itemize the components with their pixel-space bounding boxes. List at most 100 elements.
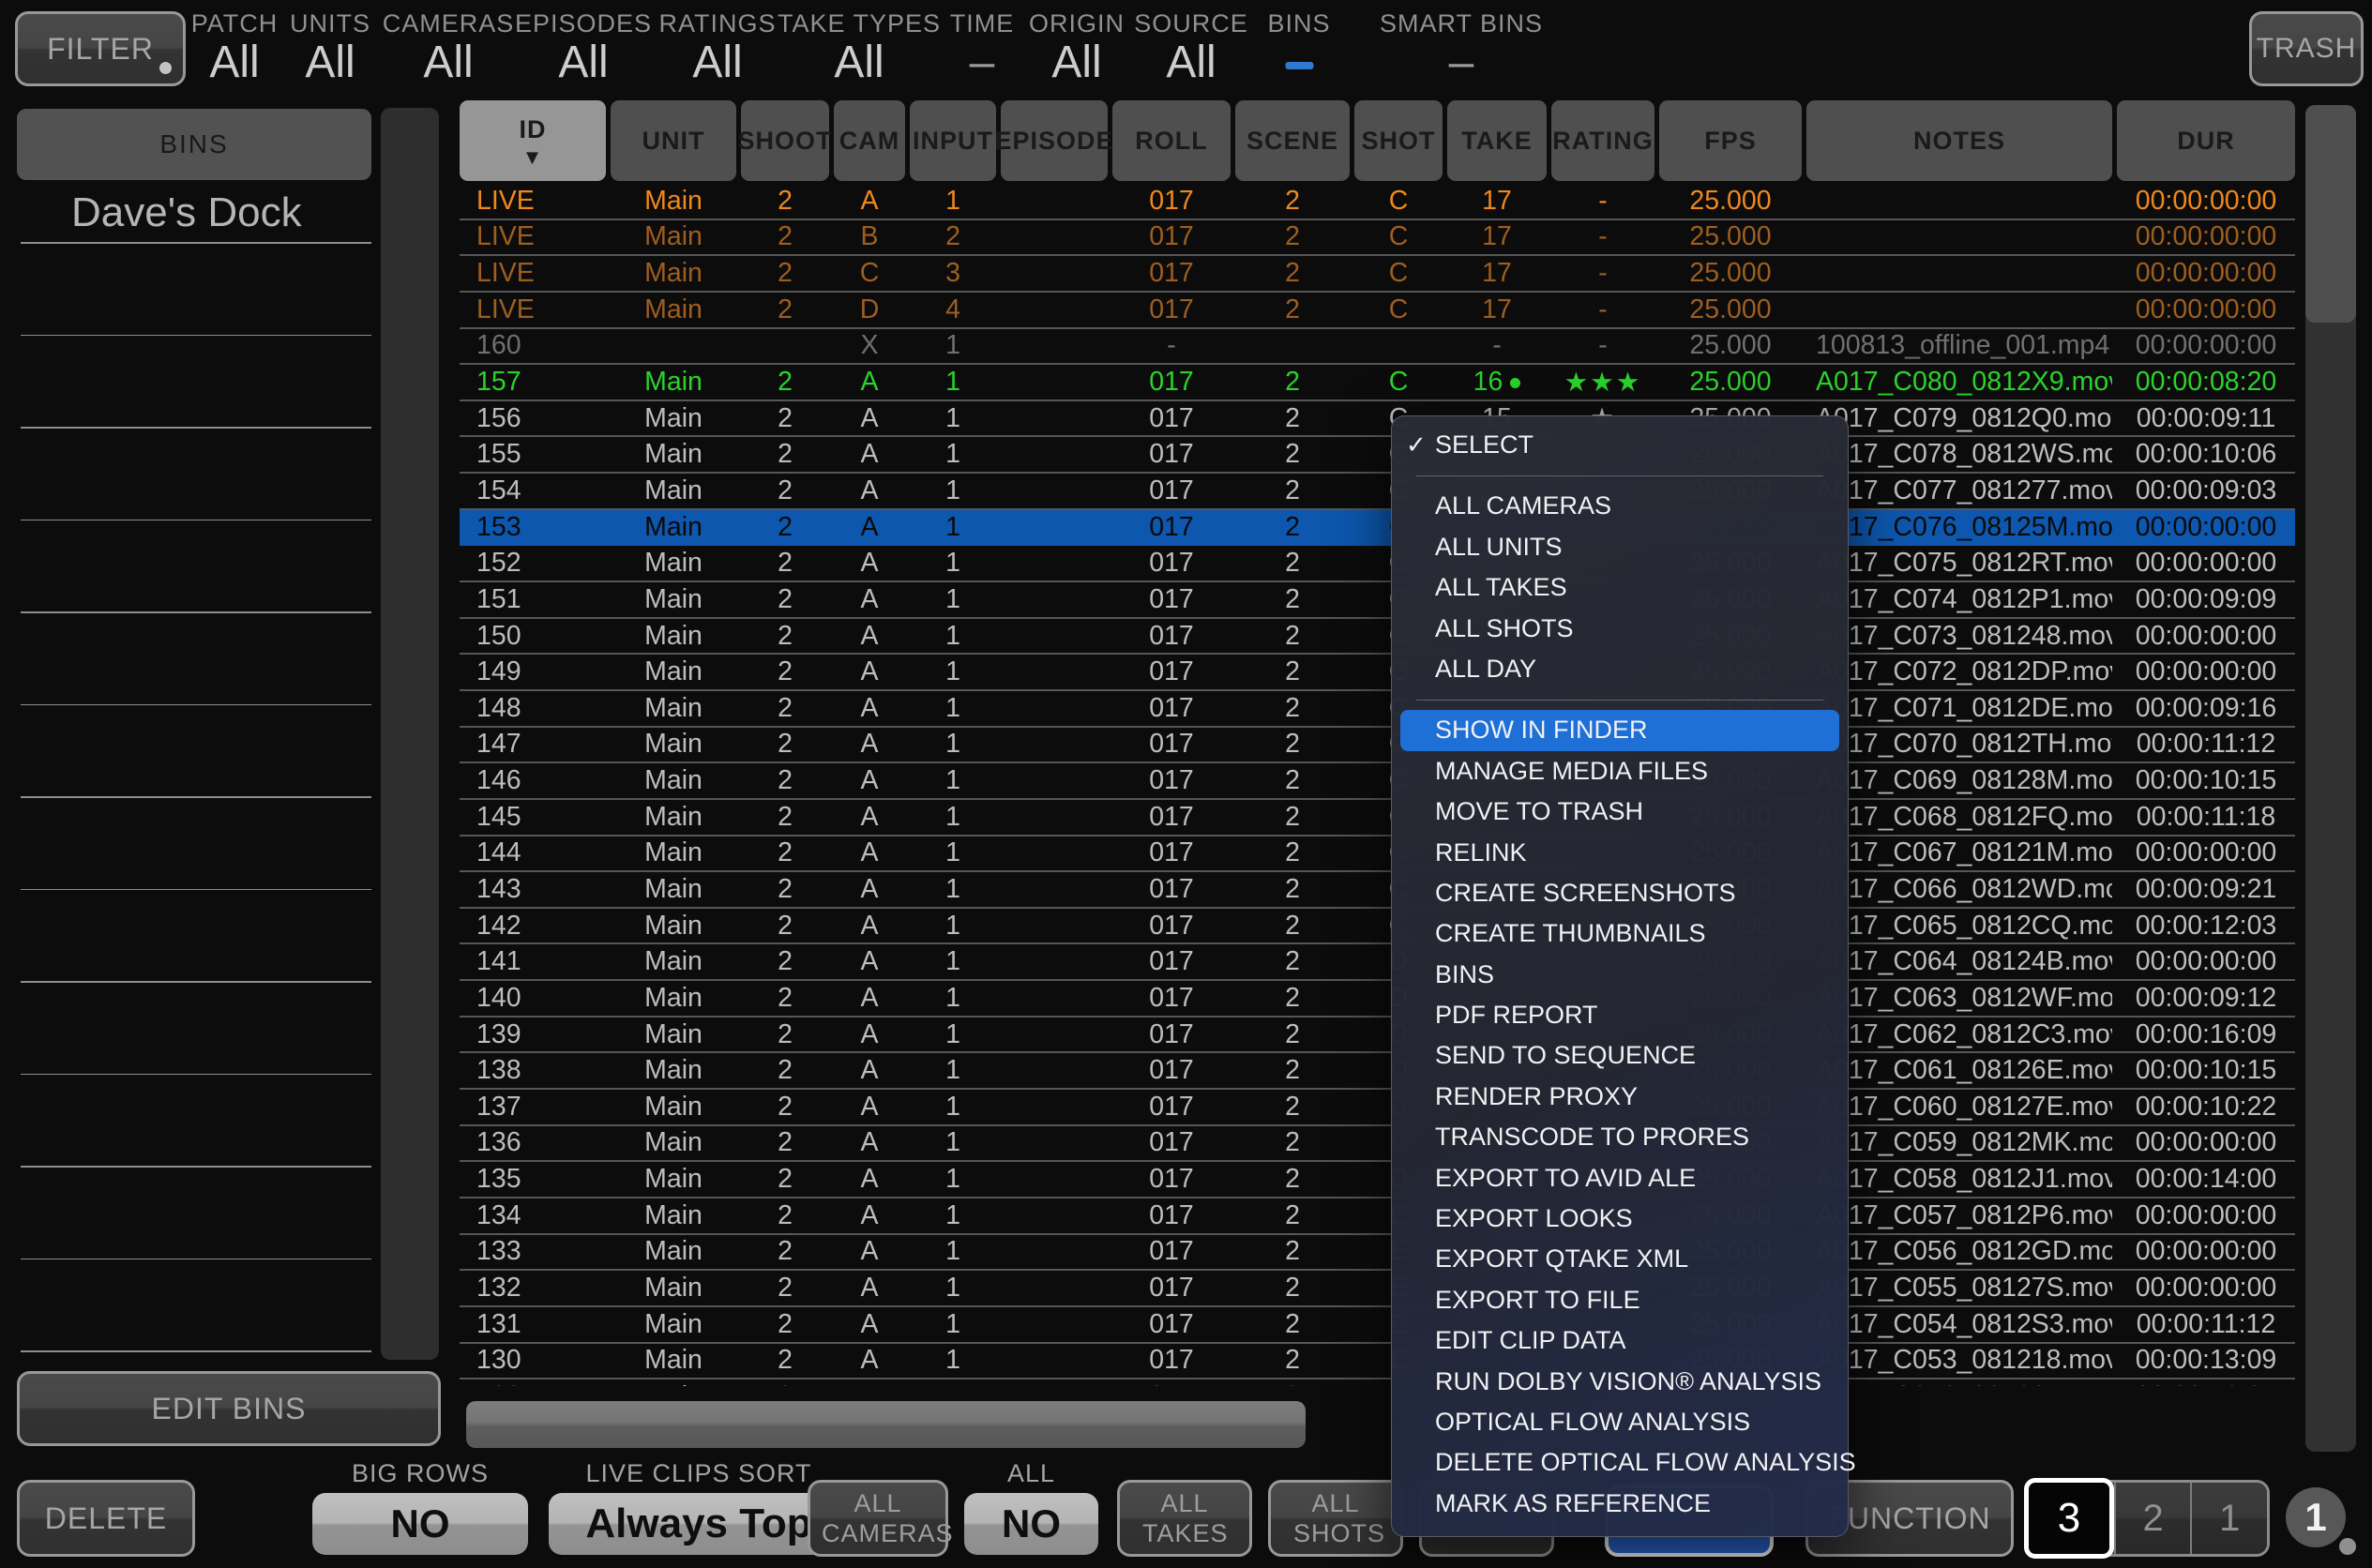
- table-row[interactable]: 134Main2A10172E25.000A017_C057_0812P6.mo…: [460, 1199, 2295, 1235]
- vertical-scrollbar-thumb[interactable]: [2305, 105, 2356, 323]
- filter-field-time[interactable]: TIME–: [950, 9, 1015, 85]
- vertical-scrollbar[interactable]: [2305, 105, 2356, 1452]
- table-row[interactable]: 138Main2A10172D25.000A017_C061_08126E.mo…: [460, 1053, 2295, 1090]
- filter-field-patch[interactable]: PATCHAll: [191, 9, 279, 85]
- filter-field-origin[interactable]: ORIGINAll: [1029, 9, 1125, 85]
- table-row-selected[interactable]: 153Main2A10172C25.000A017_C076_08125M.mo…: [460, 510, 2295, 547]
- filter-field-cameras[interactable]: CAMERASAll: [383, 9, 515, 85]
- table-row[interactable]: 136Main2A10172D25.000A017_C059_0812MK.mo…: [460, 1126, 2295, 1163]
- column-header-input[interactable]: INPUT: [910, 100, 996, 181]
- menu-item-all-takes[interactable]: ALL TAKES: [1392, 567, 1848, 608]
- layout-page-button-3[interactable]: 3: [2024, 1478, 2114, 1559]
- table-row[interactable]: 130Main2A10172E25.000A017_C053_081218.mo…: [460, 1344, 2295, 1380]
- menu-item-all-day[interactable]: ALL DAY: [1392, 649, 1848, 689]
- menu-item-show-in-finder[interactable]: SHOW IN FINDER: [1400, 710, 1839, 750]
- table-row[interactable]: 150Main2A10172C25.000A017_C073_081248.mo…: [460, 619, 2295, 656]
- notification-badge[interactable]: 1: [2286, 1487, 2346, 1547]
- menu-item-all-cameras[interactable]: ALL CAMERAS: [1392, 486, 1848, 526]
- menu-item-delete-optical-flow-analysis[interactable]: DELETE OPTICAL FLOW ANALYSIS: [1392, 1442, 1848, 1483]
- menu-item-export-looks[interactable]: EXPORT LOOKS: [1392, 1199, 1848, 1239]
- column-header-scene[interactable]: SCENE: [1235, 100, 1350, 181]
- table-row[interactable]: 133Main2A10172E25.000A017_C056_0812GD.mo…: [460, 1235, 2295, 1272]
- table-row[interactable]: LIVEMain2A10172C17-25.00000:00:00:00: [460, 184, 2295, 220]
- delete-button[interactable]: DELETE: [17, 1480, 195, 1557]
- column-header-episode[interactable]: EPISODE: [1001, 100, 1108, 181]
- filter-field-take-types[interactable]: TAKE TYPESAll: [778, 9, 941, 85]
- horizontal-scrollbar-thumb[interactable]: [466, 1401, 1306, 1448]
- table-row[interactable]: 151Main2A10172C25.000A017_C074_0812P1.mo…: [460, 582, 2295, 619]
- menu-item-pdf-report[interactable]: PDF REPORT: [1392, 995, 1848, 1035]
- menu-item-all-shots[interactable]: ALL SHOTS: [1392, 609, 1848, 649]
- table-row[interactable]: 157Main2A10172C16★★★25.000A017_C080_0812…: [460, 365, 2295, 401]
- menu-item-export-qtake-xml[interactable]: EXPORT QTAKE XML: [1392, 1239, 1848, 1279]
- all-cameras-button[interactable]: ALL CAMERAS: [808, 1480, 948, 1557]
- menu-item-create-screenshots[interactable]: CREATE SCREENSHOTS: [1392, 873, 1848, 913]
- menu-item-all-units[interactable]: ALL UNITS: [1392, 527, 1848, 567]
- column-header-roll[interactable]: ROLL: [1112, 100, 1231, 181]
- column-header-cam[interactable]: CAM: [834, 100, 905, 181]
- table-row[interactable]: 148Main2A10172C25.000A017_C071_0812DE.mo…: [460, 691, 2295, 728]
- column-header-shot[interactable]: SHOT: [1354, 100, 1443, 181]
- bins-scrollbar[interactable]: [381, 108, 439, 1360]
- filter-field-smart-bins[interactable]: SMART BINS–: [1380, 9, 1543, 85]
- filter-field-ratings[interactable]: RATINGSAll: [658, 9, 776, 85]
- table-row[interactable]: 132Main2A10172E25.000A017_C055_08127S.mo…: [460, 1271, 2295, 1307]
- filter-field-source[interactable]: SOURCEAll: [1134, 9, 1248, 85]
- bin-item[interactable]: Dave's Dock: [71, 189, 302, 236]
- all-units-toggle[interactable]: NO: [964, 1493, 1098, 1555]
- menu-item-relink[interactable]: RELINK: [1392, 833, 1848, 873]
- menu-item-transcode-to-prores[interactable]: TRANSCODE TO PRORES: [1392, 1117, 1848, 1157]
- big-rows-toggle[interactable]: NO: [312, 1493, 528, 1555]
- table-row[interactable]: 137Main2A10172D25.000A017_C060_08127E.mo…: [460, 1090, 2295, 1126]
- trash-button[interactable]: TRASH: [2249, 11, 2364, 86]
- table-row[interactable]: 154Main2A10172C25.000A017_C077_081277.mo…: [460, 474, 2295, 510]
- menu-item-render-proxy[interactable]: RENDER PROXY: [1392, 1077, 1848, 1117]
- layout-page-button-1[interactable]: 1: [2190, 1483, 2267, 1554]
- all-shots-button[interactable]: ALL SHOTS: [1268, 1480, 1403, 1557]
- table-row[interactable]: LIVEMain2B20172C17-25.00000:00:00:00: [460, 220, 2295, 257]
- menu-item-move-to-trash[interactable]: MOVE TO TRASH: [1392, 792, 1848, 832]
- menu-item-manage-media-files[interactable]: MANAGE MEDIA FILES: [1392, 751, 1848, 792]
- table-row[interactable]: 129Main2A10172E25.000A017_C052_08126R.mo…: [460, 1380, 2295, 1386]
- menu-item-export-to-avid-ale[interactable]: EXPORT TO AVID ALE: [1392, 1158, 1848, 1199]
- menu-item-run-dolby-vision-analysis[interactable]: RUN DOLBY VISION® ANALYSIS: [1392, 1362, 1848, 1402]
- menu-item-export-to-file[interactable]: EXPORT TO FILE: [1392, 1280, 1848, 1320]
- table-row[interactable]: 147Main2A10172C25.000A017_C070_0812TH.mo…: [460, 728, 2295, 764]
- menu-item-send-to-sequence[interactable]: SEND TO SEQUENCE: [1392, 1035, 1848, 1076]
- edit-bins-button[interactable]: EDIT BINS: [17, 1371, 441, 1446]
- filter-field-bins[interactable]: BINS: [1267, 9, 1330, 85]
- filter-field-episodes[interactable]: EPISODESAll: [515, 9, 652, 85]
- filter-field-units[interactable]: UNITSAll: [290, 9, 370, 85]
- live-clips-sort-toggle[interactable]: Always Top: [549, 1493, 849, 1555]
- table-row[interactable]: 144Main2A10172C25.000A017_C067_08121M.mo…: [460, 837, 2295, 873]
- column-header-dur[interactable]: DUR: [2117, 100, 2295, 181]
- column-header-notes[interactable]: NOTES: [1806, 100, 2112, 181]
- menu-item-create-thumbnails[interactable]: CREATE THUMBNAILS: [1392, 913, 1848, 954]
- column-header-shoot[interactable]: SHOOT: [741, 100, 829, 181]
- menu-item-select[interactable]: ✓SELECT: [1392, 425, 1848, 465]
- table-row[interactable]: 155Main2A10172C25.000A017_C078_0812WS.mo…: [460, 437, 2295, 474]
- column-header-take[interactable]: TAKE: [1447, 100, 1547, 181]
- table-row[interactable]: 145Main2A10172C25.000A017_C068_0812FQ.mo…: [460, 800, 2295, 837]
- table-row[interactable]: 156Main2A10172C15★25.000A017_C079_0812Q0…: [460, 401, 2295, 438]
- column-header-rating[interactable]: RATING: [1551, 100, 1654, 181]
- column-header-unit[interactable]: UNIT: [611, 100, 736, 181]
- table-row[interactable]: 143Main2A10172C25.000A017_C066_0812WD.mo…: [460, 872, 2295, 909]
- table-row[interactable]: 141Main2A10172D25.000A017_C064_08124B.mo…: [460, 944, 2295, 981]
- table-row[interactable]: 139Main2A10172D25.000A017_C062_0812C3.mo…: [460, 1018, 2295, 1054]
- table-row[interactable]: 142Main2A10172C25.000A017_C065_0812CQ.mo…: [460, 909, 2295, 945]
- menu-item-optical-flow-analysis[interactable]: OPTICAL FLOW ANALYSIS: [1392, 1402, 1848, 1442]
- column-header-fps[interactable]: FPS: [1659, 100, 1802, 181]
- menu-item-edit-clip-data[interactable]: EDIT CLIP DATA: [1392, 1320, 1848, 1361]
- table-row[interactable]: 152Main2A10172C25.000A017_C075_0812RT.mo…: [460, 546, 2295, 582]
- table-row[interactable]: 149Main2A10172C25.000A017_C072_0812DP.mo…: [460, 655, 2295, 691]
- table-row[interactable]: 140Main2A10172D25.000A017_C063_0812WF.mo…: [460, 981, 2295, 1018]
- table-row[interactable]: 135Main2A10172D25.000A017_C058_0812J1.mo…: [460, 1162, 2295, 1199]
- table-row[interactable]: 160X1---25.000100813_offline_001.mp400:0…: [460, 329, 2295, 366]
- table-row[interactable]: LIVEMain2C30172C17-25.00000:00:00:00: [460, 256, 2295, 293]
- table-row[interactable]: LIVEMain2D40172C17-25.00000:00:00:00: [460, 293, 2295, 329]
- layout-page-button-2[interactable]: 2: [2114, 1483, 2191, 1554]
- table-row[interactable]: 146Main2A10172C25.000A017_C069_08128M.mo…: [460, 763, 2295, 800]
- menu-item-bins[interactable]: BINS: [1392, 955, 1848, 995]
- menu-item-mark-as-reference[interactable]: MARK AS REFERENCE: [1392, 1484, 1848, 1524]
